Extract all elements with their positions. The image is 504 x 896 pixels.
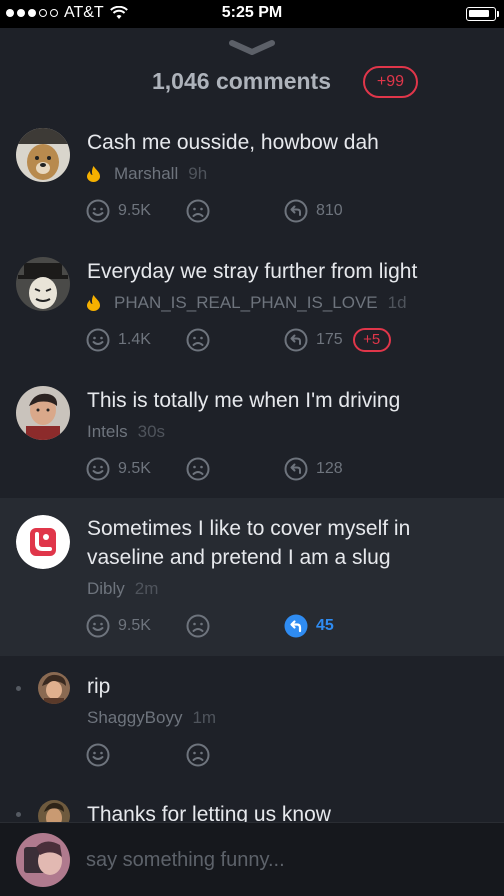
comment-age: 1d <box>387 293 407 312</box>
comment-item-selected: Sometimes I like to cover myself in vase… <box>0 498 504 656</box>
reply-count: 175 <box>316 331 343 348</box>
new-comments-badge[interactable]: +99 <box>363 66 418 98</box>
dislike-button[interactable] <box>186 328 210 352</box>
flame-icon <box>87 166 100 182</box>
comment-actions: 9.5K 810 <box>86 199 486 225</box>
avatar[interactable] <box>38 672 70 704</box>
comment-text: Everyday we stray further from light <box>87 260 418 283</box>
comment-text-line: vaseline and pretend I am a slug <box>87 546 391 569</box>
comment-actions: 1.4K 175 +5 <box>86 328 486 354</box>
comment-text: rip <box>87 675 111 698</box>
status-time: 5:25 PM <box>221 4 283 21</box>
comment-author[interactable]: ShaggyBoyy <box>87 708 182 728</box>
reply-icon <box>284 457 308 481</box>
avatar[interactable] <box>16 515 70 569</box>
reply-icon <box>284 614 308 638</box>
smile-icon <box>86 457 110 481</box>
comment-count: 1,046 comments <box>152 68 331 94</box>
new-replies-badge[interactable]: +5 <box>352 328 391 352</box>
comment-author[interactable]: PHAN_IS_REAL_PHAN_IS_LOVE <box>114 293 378 313</box>
avatar[interactable] <box>16 257 70 311</box>
smile-icon <box>86 328 110 352</box>
like-count: 1.4K <box>118 331 151 348</box>
comment-text: Sometimes I like to cover myself in vase… <box>87 514 487 572</box>
comment-text: Cash me ousside, howbow dah <box>87 131 379 154</box>
frown-icon <box>186 743 210 767</box>
comment-text-line: Sometimes I like to cover myself in <box>87 517 411 540</box>
like-count: 9.5K <box>118 460 151 477</box>
comment-age: 1m <box>192 708 217 727</box>
reply-button[interactable]: 175 +5 <box>284 328 391 352</box>
smile-icon <box>86 743 110 767</box>
comment-age: 9h <box>188 164 208 183</box>
smile-icon <box>86 614 110 638</box>
status-bar: AT&T 5:25 PM <box>0 0 504 28</box>
comment-author[interactable]: Intels <box>87 422 128 442</box>
frown-icon <box>186 199 210 223</box>
like-button[interactable]: 1.4K <box>86 328 151 352</box>
comment-item: Everyday we stray further from light PHA… <box>0 246 504 376</box>
comment-meta: PHAN_IS_REAL_PHAN_IS_LOVE 1d <box>87 293 407 313</box>
reply-button[interactable]: 810 <box>284 199 343 223</box>
like-button[interactable]: 9.5K <box>86 457 151 481</box>
reply-count: 810 <box>316 202 343 219</box>
reply-count: 45 <box>316 617 334 634</box>
reply-item: Thanks for letting us know <box>0 790 504 822</box>
comment-author[interactable]: Dibly <box>87 579 125 599</box>
frown-icon <box>186 328 210 352</box>
comment-meta: Intels 30s <box>87 422 165 442</box>
dislike-button[interactable] <box>186 743 210 767</box>
comment-item: Cash me ousside, howbow dah Marshall 9h … <box>0 118 504 246</box>
avatar[interactable] <box>16 386 70 440</box>
smile-icon <box>86 199 110 223</box>
frown-icon <box>186 457 210 481</box>
reply-count: 128 <box>316 460 343 477</box>
reply-item: rip ShaggyBoyy 1m <box>0 656 504 776</box>
flame-icon <box>87 295 100 311</box>
reply-icon <box>284 199 308 223</box>
comment-age: 2m <box>134 579 159 598</box>
thread-dot <box>16 686 21 691</box>
dislike-button[interactable] <box>186 614 210 638</box>
dislike-button[interactable] <box>186 457 210 481</box>
reply-button[interactable]: 128 <box>284 457 343 481</box>
comment-text: This is totally me when I'm driving <box>87 389 401 412</box>
like-button[interactable]: 9.5K <box>86 614 151 638</box>
comment-author[interactable]: Marshall <box>114 164 178 184</box>
comment-actions: 9.5K 45 <box>86 614 486 640</box>
current-user-avatar[interactable] <box>16 833 70 887</box>
like-button[interactable] <box>86 743 110 767</box>
frown-icon <box>186 614 210 638</box>
avatar[interactable] <box>16 128 70 182</box>
comment-meta: Dibly 2m <box>87 579 158 599</box>
comment-actions: 9.5K 128 <box>86 457 486 483</box>
comment-item: This is totally me when I'm driving Inte… <box>0 376 504 498</box>
avatar[interactable] <box>38 800 70 822</box>
comment-meta: Marshall 9h <box>87 164 207 184</box>
comment-actions <box>86 743 486 769</box>
thread-dot <box>16 812 21 817</box>
dislike-button[interactable] <box>186 199 210 223</box>
comment-age: 30s <box>137 422 166 441</box>
like-button[interactable]: 9.5K <box>86 199 151 223</box>
like-count: 9.5K <box>118 617 151 634</box>
comment-meta: ShaggyBoyy 1m <box>87 708 216 728</box>
comment-input[interactable] <box>86 845 486 875</box>
reply-button-active[interactable]: 45 <box>284 614 334 638</box>
reply-icon <box>284 328 308 352</box>
chevron-down-icon[interactable] <box>228 38 276 58</box>
comment-text: Thanks for letting us know <box>87 803 331 822</box>
battery-icon <box>466 7 499 21</box>
like-count: 9.5K <box>118 202 151 219</box>
comment-composer <box>0 822 504 896</box>
